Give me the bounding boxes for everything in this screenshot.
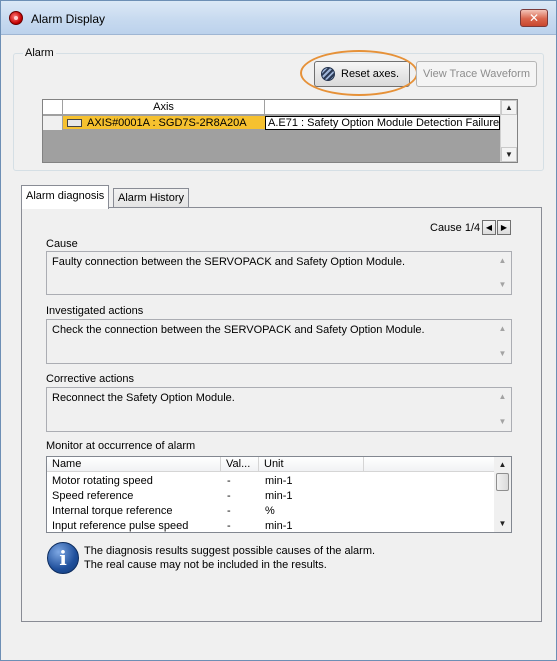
monitor-table-header: Name Val... Unit <box>47 457 503 472</box>
table-row[interactable]: Internal torque reference - % <box>47 504 503 519</box>
note-line-2: The real cause may not be included in th… <box>84 559 327 571</box>
tab-alarm-history[interactable]: Alarm History <box>113 188 190 208</box>
alarm-display-window: Alarm Display ✕ Alarm Reset axes. View T… <box>0 0 557 661</box>
corrective-actions-text: Reconnect the Safety Option Module. <box>52 392 235 404</box>
row-name: Input reference pulse speed <box>52 520 189 532</box>
corrective-scroll-down-icon[interactable]: ▼ <box>494 415 511 429</box>
axis-column-header: Axis <box>63 100 265 115</box>
reset-highlight-ellipse <box>300 50 418 96</box>
alarm-app-icon <box>9 11 23 25</box>
window-title: Alarm Display <box>31 12 106 26</box>
row-value: - <box>227 505 231 517</box>
corrective-actions-label: Corrective actions <box>46 373 135 385</box>
column-header-value[interactable]: Val... <box>221 457 259 472</box>
alarm-group-legend: Alarm <box>23 47 56 59</box>
investigated-actions-text: Check the connection between the SERVOPA… <box>52 324 425 336</box>
cause-scroll-up-icon[interactable]: ▲ <box>494 254 511 268</box>
row-name: Speed reference <box>52 490 134 502</box>
monitor-scroll-down-icon[interactable]: ▼ <box>494 517 511 531</box>
investigated-scroll-down-icon[interactable]: ▼ <box>494 347 511 361</box>
corrective-scroll-up-icon[interactable]: ▲ <box>494 390 511 404</box>
table-row[interactable]: Speed reference - min-1 <box>47 489 503 504</box>
axis-device-icon <box>67 119 82 127</box>
grid-corner <box>43 100 63 115</box>
row-unit: % <box>265 505 275 517</box>
table-row[interactable]: Input reference pulse speed - min-1 <box>47 519 503 532</box>
grid-scroll-up-icon[interactable]: ▲ <box>501 100 517 115</box>
title-bar[interactable]: Alarm Display ✕ <box>1 1 556 35</box>
previous-cause-icon[interactable]: ◀ <box>482 220 496 235</box>
row-unit: min-1 <box>265 490 293 502</box>
column-header-blank <box>364 457 495 472</box>
row-name: Internal torque reference <box>52 505 173 517</box>
cause-scroll-down-icon[interactable]: ▼ <box>494 278 511 292</box>
cause-label: Cause <box>46 238 78 250</box>
corrective-scrollbar[interactable]: ▲ ▼ <box>494 388 511 431</box>
alarm-cell: A.E71 : Safety Option Module Detection F… <box>265 116 500 130</box>
column-header-unit[interactable]: Unit <box>259 457 364 472</box>
row-header-cell <box>43 116 63 130</box>
investigated-actions-label: Investigated actions <box>46 305 144 317</box>
grid-vertical-scrollbar[interactable]: ▲ ▼ <box>500 100 517 162</box>
monitor-scroll-thumb[interactable] <box>496 473 509 491</box>
tab-alarm-diagnosis[interactable]: Alarm diagnosis <box>21 185 110 209</box>
view-trace-waveform-button[interactable]: View Trace Waveform <box>416 61 537 87</box>
note-line-1: The diagnosis results suggest possible c… <box>84 545 376 557</box>
grid-header: Axis <box>43 100 500 115</box>
next-cause-icon[interactable]: ▶ <box>497 220 511 235</box>
row-unit: min-1 <box>265 475 293 487</box>
row-value: - <box>227 490 231 502</box>
investigated-actions-textbox[interactable]: Check the connection between the SERVOPA… <box>46 319 512 364</box>
grid-row-selected[interactable]: AXIS#0001A : SGD7S-2R8A20A A.E71 : Safet… <box>43 116 500 130</box>
window-client-area: Alarm Reset axes. View Trace Waveform Ax… <box>7 35 550 656</box>
row-name: Motor rotating speed <box>52 475 153 487</box>
grid-scroll-down-icon[interactable]: ▼ <box>501 147 517 162</box>
cause-text: Faulty connection between the SERVOPACK … <box>52 256 406 268</box>
monitor-scrollbar[interactable]: ▲ ▼ <box>494 457 511 532</box>
cause-textbox[interactable]: Faulty connection between the SERVOPACK … <box>46 251 512 295</box>
cause-scrollbar[interactable]: ▲ ▼ <box>494 252 511 294</box>
close-button[interactable]: ✕ <box>520 9 548 27</box>
investigated-scrollbar[interactable]: ▲ ▼ <box>494 320 511 363</box>
row-value: - <box>227 475 231 487</box>
axis-cell: AXIS#0001A : SGD7S-2R8A20A <box>87 117 247 129</box>
table-row[interactable]: Motor rotating speed - min-1 <box>47 474 503 489</box>
alarm-group: Alarm Reset axes. View Trace Waveform Ax… <box>13 47 544 171</box>
row-value: - <box>227 520 231 532</box>
monitor-scroll-up-icon[interactable]: ▲ <box>494 458 511 472</box>
cause-counter: Cause 1/4 <box>430 222 481 234</box>
corrective-actions-textbox[interactable]: Reconnect the Safety Option Module. ▲ ▼ <box>46 387 512 432</box>
investigated-scroll-up-icon[interactable]: ▲ <box>494 322 511 336</box>
monitor-label: Monitor at occurrence of alarm <box>46 440 196 452</box>
info-icon: i <box>47 542 79 574</box>
monitor-table[interactable]: Name Val... Unit Motor rotating speed - … <box>46 456 512 533</box>
row-unit: min-1 <box>265 520 293 532</box>
axis-alarm-grid: Axis AXIS#0001A : SGD7S-2R8A20A A.E71 : … <box>42 99 518 163</box>
column-header-name[interactable]: Name <box>47 457 221 472</box>
